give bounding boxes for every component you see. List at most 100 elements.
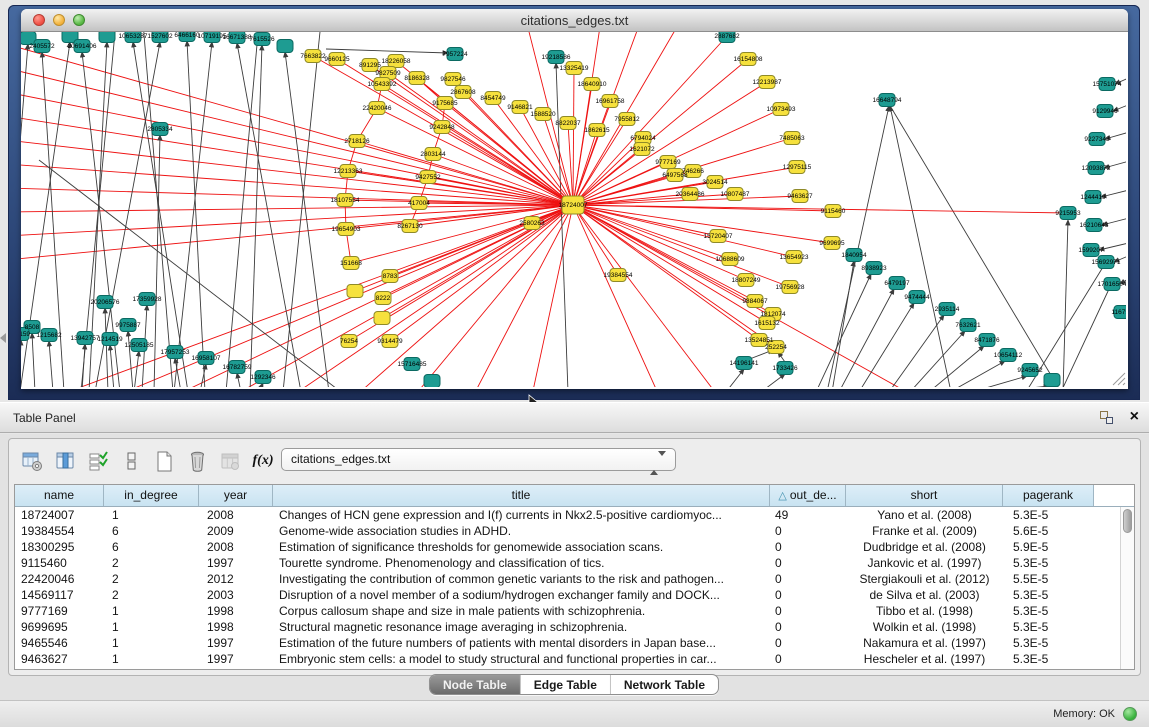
column-header-label: name — [44, 488, 74, 502]
graph-node[interactable] — [1044, 374, 1060, 387]
graph-edge — [82, 344, 85, 387]
graph-edge — [761, 374, 785, 387]
tab-network-table[interactable]: Network Table — [610, 675, 718, 694]
graph-edge — [285, 52, 329, 387]
graph-edge — [21, 68, 573, 205]
table-row[interactable]: 969969511998Structural magnetic resonanc… — [15, 619, 1120, 635]
table-row[interactable]: 911546021997Tourette syndrome. Phenomeno… — [15, 555, 1120, 571]
memory-status-label: Memory: OK — [1053, 708, 1115, 720]
graph-node[interactable] — [99, 32, 115, 43]
table-selector-dropdown[interactable]: citations_edges.txt — [281, 448, 676, 471]
graph-node-label: 19756928 — [776, 284, 805, 291]
table-cell: Tibbo et al. (1998) — [846, 603, 1003, 619]
graph-node[interactable] — [347, 285, 363, 298]
table-row[interactable]: 2242004622012Investigating the contribut… — [15, 571, 1120, 587]
graph-node-label: 9245652 — [1017, 367, 1043, 374]
table-body[interactable]: 1872400712008Changes of HCN gene express… — [15, 507, 1120, 669]
window-resize-grip[interactable] — [1113, 373, 1125, 385]
table-row[interactable]: 1872400712008Changes of HCN gene express… — [15, 507, 1120, 523]
table-cell: Disruption of a novel member of a sodium… — [273, 587, 770, 603]
graph-node-label: 17957253 — [161, 349, 190, 356]
graph-edge — [726, 369, 744, 387]
graph-edge — [187, 41, 205, 387]
scrollbar-thumb[interactable] — [1123, 509, 1132, 533]
graph-node-label: 20691406 — [68, 43, 97, 50]
graph-edge — [556, 63, 568, 387]
graph-edge — [21, 164, 573, 205]
graph-edge — [889, 104, 1061, 387]
select-columns-icon[interactable] — [85, 448, 111, 474]
graph-node-label: 9660125 — [324, 56, 350, 63]
table-cell: Hescheler et al. (1997) — [846, 651, 1003, 667]
graph-node[interactable] — [374, 312, 390, 325]
function-builder-icon[interactable]: f(x) — [250, 448, 276, 474]
column-settings-icon[interactable] — [19, 448, 45, 474]
table-cell: 2 — [104, 571, 199, 587]
graph-node-label: 12975115 — [783, 164, 812, 171]
network-window-titlebar[interactable]: citations_edges.txt — [21, 9, 1128, 32]
row-height-icon[interactable] — [118, 448, 144, 474]
delete-table-icon[interactable] — [184, 448, 210, 474]
create-table-icon[interactable] — [151, 448, 177, 474]
table-cell: 2012 — [199, 571, 273, 587]
table-row[interactable]: 1830029562008Estimation of significance … — [15, 539, 1120, 555]
graph-node-label: 16782759 — [223, 364, 252, 371]
close-panel-icon[interactable]: × — [1130, 407, 1139, 427]
hidden-panel-arrow-icon[interactable] — [0, 333, 6, 343]
memory-status-indicator[interactable] — [1123, 707, 1137, 721]
network-canvas[interactable]: 2405572206914061065328715276026466160107… — [21, 32, 1126, 387]
table-selector-value: citations_edges.txt — [291, 452, 390, 466]
table-row[interactable]: 946554611997Estimation of the future num… — [15, 635, 1120, 651]
table-cell: Genome-wide association studies in ADHD. — [273, 523, 770, 539]
column-header-name[interactable]: name — [15, 485, 104, 506]
table-row[interactable]: 1456911722003Disruption of a novel membe… — [15, 587, 1120, 603]
table-cell: de Silva et al. (2003) — [846, 587, 1003, 603]
tab-node-table[interactable]: Node Table — [430, 675, 520, 694]
graph-edge — [21, 116, 573, 205]
column-header-year[interactable]: year — [199, 485, 273, 506]
graph-edge — [237, 373, 241, 387]
graph-edge — [442, 127, 573, 205]
window-title: citations_edges.txt — [21, 13, 1128, 28]
graph-node[interactable] — [277, 40, 293, 53]
graph-node-label: 6479197 — [884, 280, 910, 287]
table-cell: Corpus callosum shape and size in male p… — [273, 603, 770, 619]
table-cell: 1998 — [199, 603, 273, 619]
float-panel-icon[interactable] — [1100, 411, 1113, 424]
column-header-short[interactable]: short — [846, 485, 1003, 506]
graph-node-label: 16958107 — [192, 355, 221, 362]
table-cell: 1 — [104, 635, 199, 651]
graph-node-label: 9115460 — [821, 208, 846, 215]
graph-node-label: 1215682 — [36, 332, 62, 339]
graph-node-label: 9215953 — [1055, 210, 1081, 217]
table-cell: 18724007 — [15, 507, 104, 523]
graph-edge — [166, 205, 573, 387]
table-cell: Nakamura et al. (1997) — [846, 635, 1003, 651]
table-cell: 1 — [104, 651, 199, 667]
table-cell: 1997 — [199, 651, 273, 667]
graph-node-label: 19654903 — [332, 226, 361, 233]
table-row[interactable]: 1938455462009Genome-wide association stu… — [15, 523, 1120, 539]
table-cell: 22420046 — [15, 571, 104, 587]
table-row[interactable]: 977716911998Corpus callosum shape and si… — [15, 603, 1120, 619]
table-cell: Investigating the contribution of common… — [273, 571, 770, 587]
network-window: citations_edges.txt 24055722069140610653… — [21, 9, 1128, 389]
table-cell: 5.3E-5 — [1003, 507, 1094, 523]
graph-edge — [226, 205, 573, 387]
citation-network-graph: 2405572206914061065328715276026466160107… — [21, 32, 1126, 387]
column-header-in-degree[interactable]: in_degree — [104, 485, 199, 506]
graph-node-label: 9175685 — [432, 100, 458, 107]
graph-node-label: 18107554 — [331, 197, 360, 204]
column-header-pagerank[interactable]: pagerank — [1003, 485, 1094, 506]
graph-node-label: 12505185 — [125, 342, 154, 349]
show-column-icon[interactable] — [52, 448, 78, 474]
vertical-scrollbar[interactable] — [1120, 507, 1134, 669]
graph-edge — [950, 361, 1005, 387]
table-row[interactable]: 946362711997Embryonic stem cells: a mode… — [15, 651, 1120, 667]
graph-node[interactable] — [424, 375, 440, 388]
tab-edge-table[interactable]: Edge Table — [520, 675, 610, 694]
column-header-out-de[interactable]: △out_de... — [770, 485, 846, 506]
column-header-title[interactable]: title — [273, 485, 770, 506]
import-table-icon[interactable] — [217, 448, 243, 474]
table-cell: 9699695 — [15, 619, 104, 635]
